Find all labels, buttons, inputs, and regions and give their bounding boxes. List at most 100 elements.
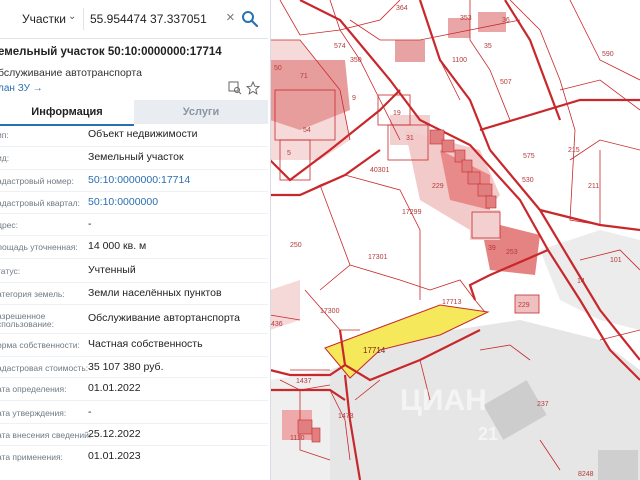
parcel-label: 50 (274, 65, 282, 72)
detail-value: 25.12.2022 (88, 428, 141, 440)
detail-row: ата определения: 01.01.2022 (0, 378, 268, 400)
row-divider (0, 146, 268, 147)
search-input[interactable]: 55.954474 37.337051 (90, 12, 207, 26)
detail-label: ата определения: (0, 384, 67, 394)
detail-row: атегория земель: Земли населённых пунктов (0, 283, 268, 305)
row-divider (0, 445, 268, 446)
detail-label: лощадь уточненная: (0, 242, 78, 252)
parcel-label: 5 (287, 150, 291, 157)
detail-value: 14 000 кв. м (88, 240, 147, 252)
parcel-label: 530 (522, 177, 534, 184)
plan-link[interactable]: лан ЗУ → (0, 83, 43, 94)
detail-label: ата внесения сведений: (0, 430, 92, 440)
detail-row: ата применения: 01.01.2023 (0, 446, 268, 468)
parcel-label: 35 (484, 43, 492, 50)
detail-row: ата утверждения: - (0, 402, 268, 424)
detail-label: ип: (0, 130, 9, 140)
search-divider (83, 8, 84, 30)
detail-value: Объект недвижимости (88, 128, 198, 140)
row-divider (0, 213, 268, 214)
star-icon[interactable] (245, 80, 261, 95)
parcel-label: 253 (506, 249, 518, 256)
parcel-label: 54 (303, 127, 311, 134)
detail-label: ата утверждения: (0, 408, 67, 418)
parcel-label: 229 (518, 302, 530, 309)
detail-label-line2: спользование: (0, 319, 54, 329)
chevron-down-icon[interactable]: ⌄ (68, 11, 76, 22)
row-divider (0, 282, 268, 283)
parcel-label: 31 (406, 135, 414, 142)
detail-label: дрес: (0, 220, 19, 230)
detail-value: Учтенный (88, 264, 136, 276)
detail-value: - (88, 406, 92, 418)
row-divider (0, 356, 268, 357)
parcel-label: 17713 (442, 299, 462, 306)
detail-row: лощадь уточненная: 14 000 кв. м (0, 236, 268, 258)
parcel-label: 1437 (296, 378, 312, 385)
row-divider (0, 377, 268, 378)
detail-value: 01.01.2022 (88, 382, 141, 394)
detail-value: 35 107 380 руб. (88, 361, 164, 373)
detail-label: ата применения: (0, 452, 63, 462)
parcel-label: 17300 (320, 308, 340, 315)
parcel-label: 364 (396, 5, 408, 12)
row-divider (0, 304, 268, 305)
detail-label: адастровый квартал: (0, 198, 80, 208)
tabs: Информация Услуги (0, 100, 268, 126)
selected-parcel-label: 17714 (363, 346, 386, 355)
map-watermark: ЦИАН (400, 384, 487, 417)
row-divider (0, 235, 268, 236)
info-panel: Участки ⌄ 55.954474 37.337051 × емельный… (0, 0, 271, 480)
parcel-label: 353 (460, 15, 472, 22)
parcel-label: 1110 (290, 435, 305, 442)
detail-label: татус: (0, 266, 21, 276)
parcel-label: 8248 (578, 471, 594, 478)
parcel-title: емельный участок 50:10:0000000:17714 (0, 46, 222, 58)
row-divider (0, 400, 268, 401)
parcel-label: 574 (334, 43, 346, 50)
parcel-label: 575 (523, 153, 535, 160)
detail-value: Земельный участок (88, 151, 184, 163)
detail-label: атегория земель: (0, 289, 65, 299)
cadastral-quarter-link[interactable]: 50:10:0000000 (88, 196, 158, 208)
row-divider (0, 333, 268, 334)
search-type-select[interactable]: Участки (22, 12, 66, 26)
detail-row: адастровая стоимость: 35 107 380 руб. (0, 357, 268, 379)
search-button[interactable] (238, 6, 262, 32)
parcel-label: 71 (300, 73, 308, 80)
search-icon (242, 11, 259, 28)
detail-value: Частная собственность (88, 338, 203, 350)
detail-value: - (88, 218, 92, 230)
parcel-use: бслуживание автотранспорта (0, 67, 142, 79)
parcel-label: 237 (537, 401, 549, 408)
parcel-label: 17299 (402, 209, 422, 216)
tab-services[interactable]: Услуги (134, 100, 268, 124)
parcel-label: 436 (271, 321, 283, 328)
close-icon[interactable]: × (226, 9, 235, 26)
detail-value: 01.01.2023 (88, 450, 141, 462)
parcel-label: 507 (500, 79, 512, 86)
parcel-label: 17301 (368, 254, 388, 261)
search-bar: Участки ⌄ 55.954474 37.337051 × (0, 0, 268, 39)
cadastral-number-link[interactable]: 50:10:0000000:17714 (88, 174, 190, 186)
detail-row: татус: Учтенный (0, 260, 268, 282)
detail-value: Обслуживание автортанспорта (88, 312, 240, 324)
detail-label: адастровый номер: (0, 176, 74, 186)
detail-row: ид: Земельный участок (0, 147, 268, 169)
detail-value: Земли населённых пунктов (88, 287, 222, 299)
map-watermark-number: 21 (478, 424, 498, 444)
parcel-label: 250 (290, 242, 302, 249)
parcel-label: 350 (350, 57, 362, 64)
parcel-label: 36 (502, 17, 510, 24)
detail-row: адастровый квартал: 50:10:0000000 (0, 192, 268, 214)
map-search-icon[interactable] (228, 81, 242, 95)
parcel-label: 19 (393, 110, 401, 117)
tab-information[interactable]: Информация (0, 100, 134, 126)
parcel-label: 1100 (452, 57, 467, 64)
detail-row: адастровый номер: 50:10:0000000:17714 (0, 170, 268, 192)
parcel-label: 101 (610, 257, 622, 264)
row-divider (0, 258, 268, 259)
detail-row: орма собственности: Частная собственность (0, 334, 268, 356)
detail-label: адастровая стоимость: (0, 363, 89, 373)
detail-row: ата внесения сведений: 25.12.2022 (0, 424, 268, 446)
